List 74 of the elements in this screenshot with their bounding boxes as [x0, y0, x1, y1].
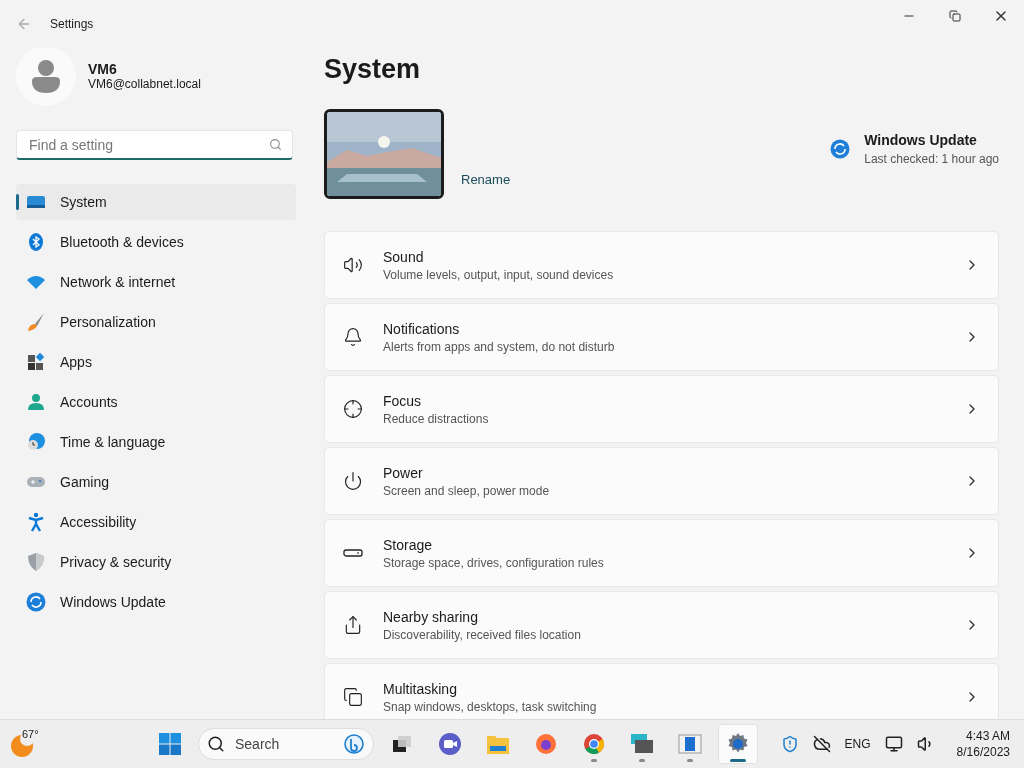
settings-card[interactable]: Power Screen and sleep, power mode [324, 447, 999, 515]
folder-icon [486, 733, 510, 755]
sidebar-item[interactable]: Apps [16, 344, 296, 380]
fox-browser-icon [535, 733, 557, 755]
temperature: 67° [22, 728, 39, 740]
card-description: Snap windows, desktops, task switching [383, 699, 598, 714]
user-email: VM6@collabnet.local [88, 77, 201, 91]
sidebar-item[interactable]: Windows Update [16, 584, 296, 620]
card-description: Volume levels, output, input, sound devices [383, 267, 615, 282]
clock[interactable]: 4:43 AM 8/16/2023 [956, 728, 1010, 760]
bluetooth-icon [26, 232, 46, 252]
card-title: Sound [383, 248, 425, 265]
apps-icon [26, 352, 46, 372]
security-warning-icon[interactable] [780, 735, 799, 753]
page-title: System [324, 54, 422, 85]
update-title: Windows Update [864, 132, 978, 148]
card-description: Discoverability, received files location [383, 627, 582, 642]
search-field[interactable]: Find a setting [27, 135, 269, 154]
settings-card[interactable]: Focus Reduce distractions [324, 375, 999, 443]
card-title: Nearby sharing [383, 608, 479, 625]
speaker-icon [343, 255, 363, 275]
sidebar-item[interactable]: Time & language [16, 424, 296, 460]
settings-card[interactable]: Nearby sharing Discoverability, received files location [324, 591, 999, 659]
language-indicator[interactable]: ENG [844, 737, 871, 751]
card-description: Screen and sleep, power mode [383, 483, 551, 498]
start-icon [159, 733, 181, 755]
search-icon [207, 735, 225, 753]
sidebar-item[interactable]: Gaming [16, 464, 296, 500]
card-title: Focus [383, 392, 423, 409]
settings-card[interactable]: Notifications Alerts from apps and system, do not disturb [324, 303, 999, 371]
rename-link[interactable]: Rename [461, 172, 511, 187]
accessibility-icon [26, 512, 46, 532]
shield-icon [26, 552, 46, 572]
sidebar-item[interactable]: System [16, 184, 296, 220]
windows-icon [343, 687, 363, 707]
user-name: VM6 [88, 61, 118, 77]
card-description: Alerts from apps and system, do not disturb [383, 339, 616, 354]
sidebar-item[interactable]: Personalization [16, 304, 296, 340]
sidebar-item[interactable]: Privacy & security [16, 544, 296, 580]
focus-icon [343, 399, 363, 419]
settings-card[interactable]: Multitasking Snap windows, desktops, task switching [324, 663, 999, 719]
chrome-browser-icon [583, 733, 605, 755]
search-field[interactable]: Find a setting [16, 130, 293, 160]
brush-icon [26, 312, 46, 332]
power-icon [343, 471, 363, 491]
update-status: Last checked: 1 hour ago [864, 152, 999, 166]
card-description: Storage space, drives, configuration rules [383, 555, 605, 570]
sync-icon [830, 139, 851, 159]
bell-icon [343, 327, 363, 347]
card-title: Storage [383, 536, 434, 553]
document-window-icon [678, 733, 702, 755]
card-title: Notifications [383, 320, 461, 337]
sync-icon [26, 592, 46, 612]
chat-icon [438, 732, 462, 756]
sidebar-item[interactable]: Network & internet [16, 264, 296, 300]
window-title: Settings [50, 17, 94, 31]
card-title: Power [383, 464, 424, 481]
card-description: Reduce distractions [383, 411, 490, 426]
search-icon [269, 138, 282, 151]
card-title: Multitasking [383, 680, 458, 697]
sidebar-item[interactable]: Accounts [16, 384, 296, 420]
keyboard-window-icon [630, 733, 654, 755]
network-icon[interactable] [884, 735, 903, 753]
sidebar-item[interactable]: Accessibility [16, 504, 296, 540]
share-icon [343, 615, 363, 635]
taskbar-search[interactable]: Search [198, 728, 374, 760]
sidebar-item[interactable]: Bluetooth & devices [16, 224, 296, 260]
cloud-off-icon[interactable] [812, 735, 831, 753]
task-view-icon [392, 734, 412, 754]
globe-clock-icon [26, 432, 46, 452]
settings-card[interactable]: Sound Volume levels, output, input, sound devices [324, 231, 999, 299]
settings-card[interactable]: Storage Storage space, drives, configuration rules [324, 519, 999, 587]
person-icon [26, 392, 46, 412]
restore-icon [949, 10, 961, 22]
